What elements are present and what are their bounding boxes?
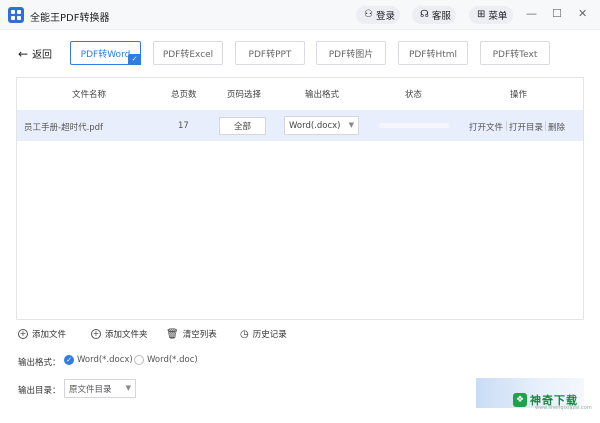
check-icon: ✓ bbox=[128, 54, 141, 65]
file-table: 文件名称 总页数 页码选择 输出格式 状态 操作 员工手册-超时代.pdf 17… bbox=[16, 77, 584, 320]
maximize-button[interactable]: ☐ bbox=[552, 7, 562, 21]
table-header: 文件名称 总页数 页码选择 输出格式 状态 操作 bbox=[17, 78, 583, 110]
output-format-label: 输出格式： bbox=[18, 358, 61, 368]
tab-pdf-to-excel[interactable]: PDF转Excel bbox=[153, 41, 223, 65]
page-select-label: 全部 bbox=[233, 122, 251, 132]
tab-label: PDF转Excel bbox=[162, 49, 214, 60]
user-icon: ⚇ bbox=[364, 9, 373, 20]
col-actions: 操作 bbox=[510, 90, 528, 100]
add-file-button[interactable]: + 添加文件 bbox=[18, 328, 66, 340]
tab-pdf-to-image[interactable]: PDF转图片 bbox=[316, 41, 386, 65]
tab-label: PDF转Html bbox=[408, 49, 458, 60]
plus-circle-icon: + bbox=[91, 329, 101, 339]
chevron-down-icon: ▼ bbox=[125, 384, 131, 392]
table-row[interactable]: 员工手册-超时代.pdf 17 全部 Word(.docx) ▼ 打开文件 打开… bbox=[17, 110, 583, 141]
menu-button[interactable]: ⊞ 菜单 bbox=[469, 6, 513, 24]
col-page-select: 页码选择 bbox=[227, 90, 262, 100]
headset-icon: ☊ bbox=[420, 9, 429, 20]
service-button[interactable]: ☊ 客服 bbox=[412, 6, 456, 24]
col-output-format: 输出格式 bbox=[305, 90, 340, 100]
radio-docx[interactable]: ✓ Word(*.docx) bbox=[64, 355, 133, 365]
page-select-button[interactable]: 全部 bbox=[219, 117, 266, 135]
back-label: 返回 bbox=[32, 50, 53, 61]
title-bar: 全能王PDF转换器 ⚇ 登录 ☊ 客服 ⊞ 菜单 — ☐ ✕ bbox=[0, 0, 600, 30]
history-label: 历史记录 bbox=[252, 330, 287, 340]
output-format-value: Word(.docx) bbox=[289, 120, 341, 131]
col-status: 状态 bbox=[405, 90, 423, 100]
watermark-logo-icon: ❖ bbox=[513, 393, 527, 407]
output-dir-select[interactable]: 原文件目录 ▼ bbox=[64, 379, 136, 398]
clear-list-label: 清空列表 bbox=[182, 330, 217, 340]
page-count: 17 bbox=[178, 121, 189, 131]
output-dir-value: 原文件目录 bbox=[69, 384, 112, 395]
radio-docx-label: Word(*.docx) bbox=[77, 355, 133, 365]
add-file-label: 添加文件 bbox=[32, 330, 67, 340]
menu-label: 菜单 bbox=[488, 11, 508, 22]
service-label: 客服 bbox=[431, 11, 451, 22]
arrow-left-icon: ← bbox=[18, 46, 29, 61]
add-folder-label: 添加文件夹 bbox=[105, 330, 148, 340]
output-format-select[interactable]: Word(.docx) ▼ bbox=[284, 116, 359, 135]
radio-doc[interactable]: Word(*.doc) bbox=[134, 355, 198, 365]
clear-list-button[interactable]: 🗑 清空列表 bbox=[166, 328, 217, 341]
minimize-button[interactable]: — bbox=[526, 7, 537, 21]
radio-doc-label: Word(*.doc) bbox=[147, 355, 198, 365]
clock-icon: ◷ bbox=[240, 328, 249, 340]
tab-pdf-to-ppt[interactable]: PDF转PPT bbox=[235, 41, 305, 65]
col-total-pages: 总页数 bbox=[171, 90, 197, 100]
delete-link[interactable]: 删除 bbox=[548, 121, 565, 133]
open-folder-link[interactable]: 打开目录 bbox=[509, 121, 543, 133]
chevron-down-icon: ▼ bbox=[348, 121, 354, 129]
file-name: 员工手册-超时代.pdf bbox=[24, 123, 104, 133]
status-progress bbox=[379, 123, 449, 128]
plus-circle-icon: + bbox=[18, 329, 28, 339]
output-dir-label: 输出目录： bbox=[18, 386, 61, 396]
tab-pdf-to-word[interactable]: PDF转Word ✓ bbox=[70, 41, 141, 65]
grid-icon: ⊞ bbox=[477, 9, 486, 20]
tab-pdf-to-html[interactable]: PDF转Html bbox=[398, 41, 468, 65]
close-button[interactable]: ✕ bbox=[578, 7, 587, 21]
watermark-url: www.shenqixiazai.com bbox=[535, 405, 592, 411]
back-button[interactable]: ← 返回 bbox=[18, 46, 53, 62]
app-logo-icon bbox=[8, 7, 24, 23]
login-label: 登录 bbox=[375, 11, 395, 22]
col-file-name: 文件名称 bbox=[72, 90, 107, 100]
tab-pdf-to-text[interactable]: PDF转Text bbox=[480, 41, 550, 65]
history-button[interactable]: ◷ 历史记录 bbox=[240, 328, 287, 341]
app-title: 全能王PDF转换器 bbox=[30, 13, 110, 24]
divider bbox=[506, 121, 507, 131]
radio-unchecked-icon bbox=[134, 355, 144, 365]
divider bbox=[545, 121, 546, 131]
open-file-link[interactable]: 打开文件 bbox=[469, 121, 503, 133]
login-button[interactable]: ⚇ 登录 bbox=[356, 6, 400, 24]
tab-label: PDF转PPT bbox=[248, 49, 292, 60]
radio-checked-icon: ✓ bbox=[64, 355, 74, 365]
tab-label: PDF转图片 bbox=[328, 49, 374, 60]
add-folder-button[interactable]: + 添加文件夹 bbox=[91, 328, 148, 340]
trash-icon: 🗑 bbox=[166, 328, 179, 340]
tab-label: PDF转Text bbox=[492, 49, 538, 60]
tab-label: PDF转Word bbox=[80, 49, 131, 60]
